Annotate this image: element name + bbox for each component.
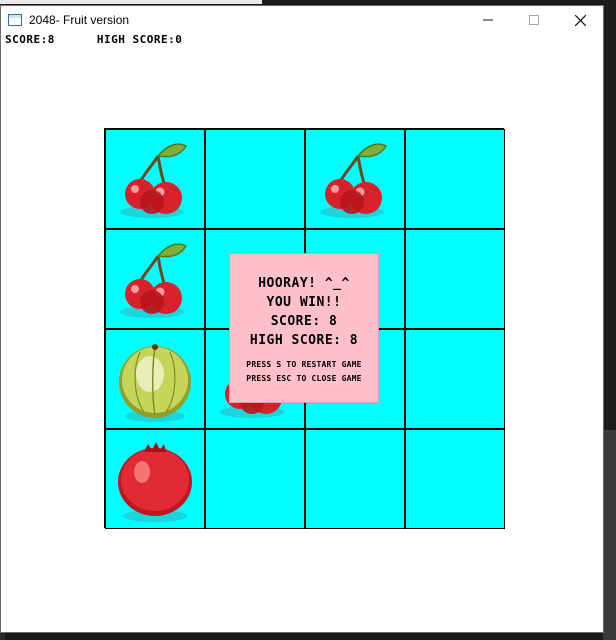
board-cell	[105, 229, 205, 329]
win-score: SCORE: 8	[270, 314, 338, 329]
score-label: SCORE:8	[5, 33, 55, 46]
board-cell	[305, 429, 405, 529]
minimize-icon	[483, 19, 493, 21]
win-heading: HOORAY! ^_^	[258, 276, 350, 291]
close-button[interactable]	[557, 6, 603, 34]
window-controls	[465, 6, 603, 34]
desktop-background-top	[0, 0, 262, 4]
app-window-icon	[8, 14, 22, 26]
board-cell	[405, 129, 505, 229]
gooseberry-icon	[112, 334, 198, 424]
cherry-icon	[112, 236, 198, 322]
cherry-icon	[112, 136, 198, 222]
win-high-score: HIGH SCORE: 8	[249, 333, 359, 348]
cranberry-icon	[112, 434, 198, 524]
board-cell	[205, 429, 305, 529]
close-instruction: PRESS ESC TO CLOSE GAME	[246, 374, 362, 383]
maximize-button[interactable]	[511, 6, 557, 34]
win-message: YOU WIN!!	[266, 295, 342, 310]
close-icon	[574, 14, 586, 26]
cherry-icon	[312, 136, 398, 222]
board-cell	[105, 429, 205, 529]
board-cell	[405, 429, 505, 529]
desktop-background-right	[603, 430, 616, 640]
minimize-button[interactable]	[465, 6, 511, 34]
score-bar: SCORE:8 HIGH SCORE:0	[5, 33, 182, 46]
board-cell	[405, 229, 505, 329]
maximize-icon	[529, 15, 539, 25]
high-score-label: HIGH SCORE:0	[96, 33, 183, 46]
window-title: 2048- Fruit version	[29, 13, 130, 27]
win-dialog: HOORAY! ^_^ YOU WIN!! SCORE: 8 HIGH SCOR…	[229, 253, 379, 403]
restart-instruction: PRESS S TO RESTART GAME	[246, 360, 362, 369]
title-bar[interactable]: 2048- Fruit version	[1, 6, 603, 34]
board-cell	[405, 329, 505, 429]
board-cell	[105, 129, 205, 229]
board-cell	[105, 329, 205, 429]
board-cell	[205, 129, 305, 229]
board-cell	[305, 129, 405, 229]
